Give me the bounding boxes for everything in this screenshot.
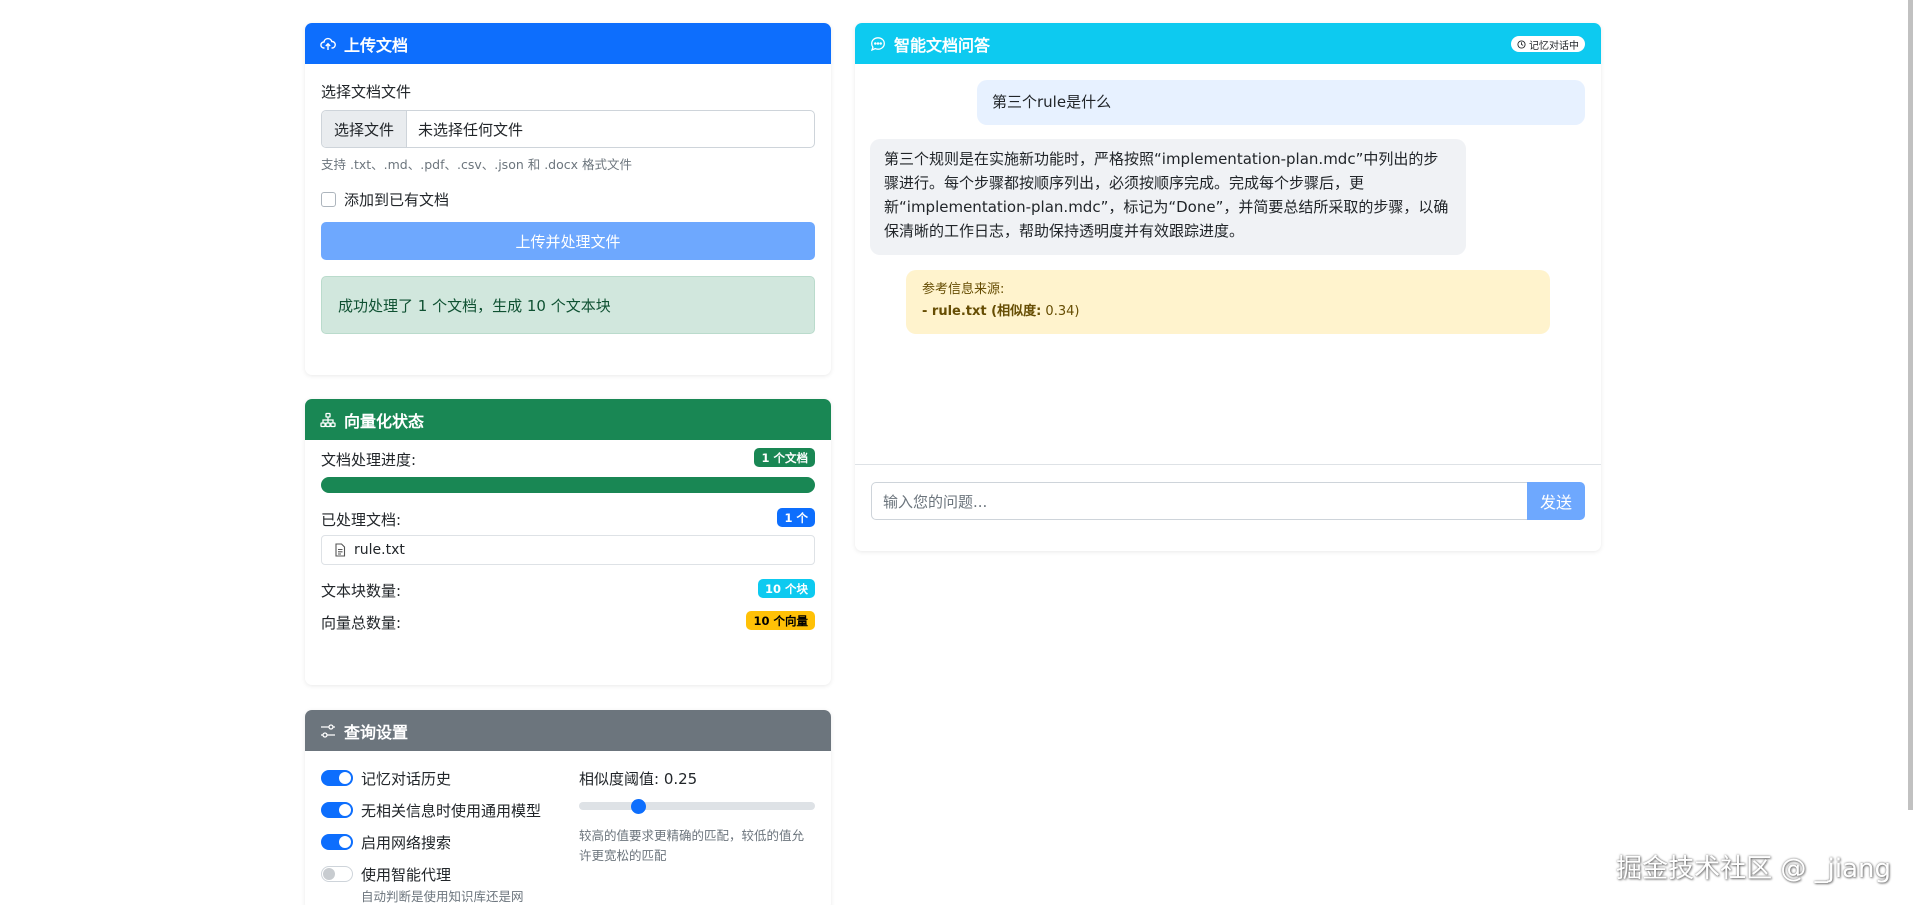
page-scrollbar[interactable]: [1908, 0, 1913, 810]
threshold-slider-thumb[interactable]: [630, 798, 646, 814]
user-message-text: 第三个rule是什么: [992, 93, 1112, 111]
chat-card-header: 智能文档问答 记忆对话中: [855, 23, 1601, 64]
document-name: rule.txt: [354, 542, 405, 558]
processed-documents-badge: 1 个: [777, 508, 815, 527]
source-score: 0.34): [1045, 304, 1080, 319]
general-model-label: 无相关信息时使用通用模型: [361, 801, 542, 820]
memory-active-badge-label: 记忆对话中: [1529, 40, 1579, 52]
cloud-upload-icon: [320, 37, 336, 50]
processed-documents-label: 已处理文档:: [321, 511, 402, 529]
file-format-help: 支持 .txt、.md、.pdf、.csv、.json 和 .docx 格式文件: [321, 157, 633, 172]
progress-label: 文档处理进度:: [321, 451, 417, 469]
reference-sources: 参考信息来源: - rule.txt (相似度: 0.34): [906, 270, 1550, 334]
web-search-label: 启用网络搜索: [361, 833, 452, 852]
upload-process-button[interactable]: 上传并处理文件: [321, 222, 815, 260]
assistant-message: 第三个规则是在实施新功能时，严格按照“implementation-plan.m…: [870, 139, 1466, 255]
vector-status-card: 向量化状态 文档处理进度: 1 个文档 已处理文档: 1 个 rule.txt …: [305, 399, 831, 685]
assistant-message-text: 第三个规则是在实施新功能时，严格按照“implementation-plan.m…: [884, 150, 1449, 240]
chat-card: 智能文档问答 记忆对话中 第三个rule是什么 第三个规则是在实施新功能时，严格…: [855, 23, 1601, 551]
smart-agent-help: 自动判断是使用知识库还是网: [361, 889, 524, 904]
source-item: - rule.txt (相似度: 0.34): [922, 301, 1534, 323]
threshold-label: 相似度阈值: 0.25: [579, 770, 698, 788]
upload-card-title: 上传文档: [344, 35, 409, 55]
query-card-header: 查询设置: [305, 710, 831, 751]
watermark: 掘金技术社区 @ _jiang: [1616, 854, 1891, 884]
vector-card-header: 向量化状态: [305, 399, 831, 440]
query-settings-card: 查询设置 记忆对话历史 无相关信息时使用通用模型 启用网络搜索 使用智能代理 自…: [305, 710, 831, 905]
diagram-icon: [320, 412, 336, 427]
upload-card-header: 上传文档: [305, 23, 831, 64]
file-status-text: 未选择任何文件: [418, 120, 524, 139]
user-message: 第三个rule是什么: [977, 80, 1585, 125]
document-progress-fill: [321, 477, 815, 493]
chunks-count-label: 文本块数量:: [321, 582, 402, 600]
chat-divider: [855, 464, 1601, 465]
progress-badge: 1 个文档: [754, 448, 815, 467]
select-file-label: 选择文档文件: [321, 83, 412, 101]
threshold-slider[interactable]: [579, 798, 815, 814]
vectors-count-label: 向量总数量:: [321, 614, 402, 632]
source-name: - rule.txt (相似度:: [922, 304, 1042, 319]
sliders-icon: [321, 723, 335, 738]
memory-history-switch[interactable]: [321, 770, 353, 786]
append-documents-label: 添加到已有文档: [344, 191, 450, 209]
memory-active-badge: 记忆对话中: [1511, 36, 1585, 52]
smart-agent-switch[interactable]: [321, 866, 353, 882]
general-model-switch[interactable]: [321, 802, 353, 818]
chat-bubble-icon: [870, 36, 885, 51]
document-list-item: rule.txt: [321, 535, 815, 565]
file-input[interactable]: 选择文件 未选择任何文件: [321, 110, 815, 148]
smart-agent-label: 使用智能代理: [361, 865, 452, 884]
query-card-title: 查询设置: [344, 722, 409, 742]
web-search-switch[interactable]: [321, 834, 353, 850]
sources-title: 参考信息来源:: [922, 282, 1005, 297]
clock-icon: [1517, 39, 1526, 49]
upload-card: 上传文档 选择文档文件 选择文件 未选择任何文件 支持 .txt、.md、.pd…: [305, 23, 831, 375]
file-icon: [335, 543, 346, 557]
success-alert: 成功处理了 1 个文档，生成 10 个文本块: [321, 276, 815, 334]
document-progress-bar: [321, 477, 815, 493]
memory-history-label: 记忆对话历史: [361, 769, 452, 788]
send-button[interactable]: 发送: [1527, 482, 1585, 520]
chat-card-title: 智能文档问答: [894, 35, 991, 55]
question-input[interactable]: 输入您的问题...: [871, 482, 1527, 520]
choose-file-button[interactable]: 选择文件: [322, 111, 408, 147]
vector-card-title: 向量化状态: [344, 411, 425, 431]
chunks-count-badge: 10 个块: [757, 579, 815, 598]
chat-input-group: 输入您的问题... 发送: [871, 482, 1585, 520]
threshold-help: 较高的值要求更精确的匹配，较低的值允许更宽松的匹配: [579, 828, 805, 863]
append-documents-checkbox[interactable]: [321, 192, 336, 207]
vectors-count-badge: 10 个向量: [746, 611, 815, 630]
